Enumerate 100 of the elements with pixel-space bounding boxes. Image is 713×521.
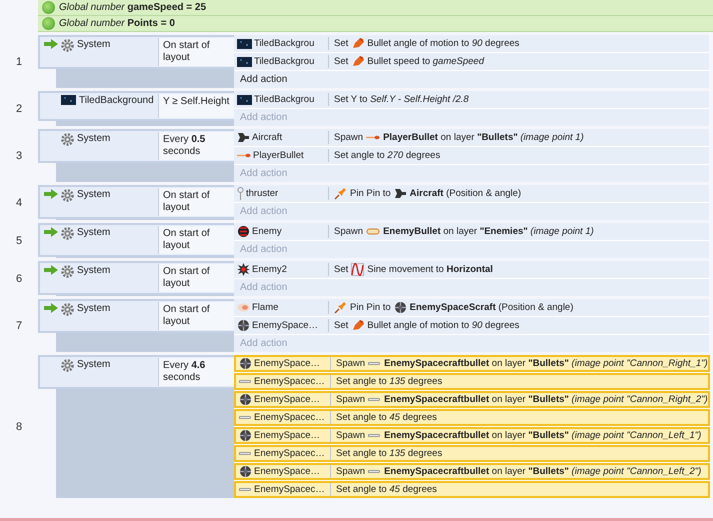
action-row[interactable]: EnemySpace… Spawn EnemySpacecraftbullet on layer "Bullets" (image point "Cannon_Right_1") <box>234 355 710 372</box>
sine-wave-icon <box>351 263 364 276</box>
event-number: 5 <box>16 234 22 246</box>
object-name: EnemySpace… <box>254 430 320 442</box>
bullet-icon <box>366 228 380 235</box>
gear-icon <box>61 303 74 316</box>
bullet-icon <box>368 469 382 474</box>
action-text: Set <box>334 320 348 332</box>
aircraft-icon <box>394 188 407 199</box>
action-row[interactable]: thruster Pin Pin to Aircraft (Position & angle) <box>234 185 709 202</box>
object-name: System <box>77 359 110 371</box>
bullet-icon <box>239 487 252 492</box>
action-text: Pin Pin to <box>350 188 391 200</box>
bullet-icon <box>239 379 252 384</box>
event-number: 6 <box>16 272 22 284</box>
action-text: Spawn <box>336 430 366 442</box>
condition-text: On start of layout <box>158 264 234 292</box>
action-text: Spawn <box>336 394 366 406</box>
aircraft-icon <box>237 132 250 143</box>
condition-text: Every 0.5 seconds <box>158 132 234 160</box>
action-row[interactable]: TiledBackgrou Set Bullet angle of motion to 90 degrees <box>234 35 709 52</box>
global-variable[interactable]: Global number gameSpeed = 25 <box>59 2 206 14</box>
object-name: PlayerBullet <box>253 150 304 162</box>
add-action-link[interactable]: Add action <box>240 74 288 86</box>
event-number: 4 <box>16 196 22 208</box>
action-text: Set <box>334 38 348 50</box>
action-text: Aircraft (Position & angle) <box>410 188 522 200</box>
condition-block[interactable]: System On start of layout <box>38 299 234 333</box>
object-name: System <box>77 303 110 315</box>
pin-icon <box>237 187 244 200</box>
condition-block[interactable]: System Every 0.5 seconds <box>38 129 234 163</box>
action-text: Bullet speed to gameSpeed <box>367 56 484 68</box>
action-text: Set <box>334 56 348 68</box>
bullet-icon <box>368 433 382 438</box>
action-row[interactable]: EnemySpace… Spawn EnemySpacecraftbullet on layer "Bullets" (image point "Cannon_Left_2") <box>234 463 710 480</box>
condition-block[interactable]: System On start of layout <box>38 35 234 69</box>
action-text: EnemySpacecraftbullet on layer "Bullets" (image point "Cannon_Right_2") <box>384 394 708 406</box>
action-text: Set angle to 135 degrees <box>336 376 442 388</box>
event-number: 8 <box>16 420 22 432</box>
bullet-icon <box>368 397 382 402</box>
action-text: Bullet angle of motion to 90 degrees <box>367 320 520 332</box>
action-row[interactable]: Enemy2 Set Sine movement to Horizontal <box>234 261 709 278</box>
object-name: System <box>77 133 110 145</box>
action-text: EnemySpacecraftbullet on layer "Bullets" (image point "Cannon_Left_2") <box>384 466 702 478</box>
starfield-icon <box>237 38 252 48</box>
condition-block[interactable]: System On start of layout <box>38 223 234 257</box>
condition-block[interactable]: System On start of layout <box>38 261 234 295</box>
condition-block[interactable]: TiledBackground Y ≥ Self.Height <box>38 91 234 121</box>
gear-icon <box>61 359 74 372</box>
spacecraft-icon <box>239 429 252 442</box>
event-number: 3 <box>16 150 22 162</box>
action-row[interactable]: TiledBackgrou Set Bullet speed to gameSpeed <box>234 53 709 70</box>
action-text: Set angle to 45 degrees <box>336 484 437 496</box>
action-row[interactable]: EnemySpacec… Set angle to 45 degrees <box>234 481 710 498</box>
condition-text: On start of layout <box>158 188 234 216</box>
object-name: System <box>77 265 110 277</box>
action-text: Pin Pin to <box>350 302 391 314</box>
object-name: EnemySpace… <box>254 466 320 478</box>
gear-icon <box>61 265 74 278</box>
gear-icon <box>61 133 74 146</box>
condition-block[interactable]: System Every 4.6 seconds <box>38 355 234 389</box>
object-name: System <box>77 189 110 201</box>
condition-text: Every 4.6 seconds <box>158 358 234 386</box>
object-name: System <box>77 39 110 51</box>
object-name: EnemySpacec… <box>254 412 325 424</box>
global-variable[interactable]: Global number Points = 0 <box>59 18 175 30</box>
action-row[interactable]: Aircraft Spawn PlayerBullet on layer "Bullets" (image point 1) <box>234 129 709 146</box>
action-text: Spawn <box>336 358 366 370</box>
enemy-ship-icon <box>237 225 250 238</box>
object-name: TiledBackgrou <box>254 94 314 106</box>
spacecraft-icon <box>394 301 407 314</box>
event-number: 7 <box>16 320 22 332</box>
object-name: EnemySpacec… <box>254 376 325 388</box>
object-name: Enemy2 <box>252 264 287 276</box>
object-name: Aircraft <box>252 132 282 144</box>
condition-text: On start of layout <box>158 302 234 330</box>
action-text: Spawn <box>334 132 364 144</box>
condition-block[interactable]: System On start of layout <box>38 185 234 219</box>
action-text: Sine movement to Horizontal <box>367 264 493 276</box>
bullet-icon <box>239 451 252 456</box>
action-row[interactable]: EnemySpacec… Set angle to 135 degrees <box>234 445 710 462</box>
action-row[interactable]: EnemySpacec… Set angle to 135 degrees <box>234 373 710 390</box>
condition-text: On start of layout <box>158 226 234 254</box>
action-row[interactable]: EnemySpace… Set Bullet angle of motion to 90 degrees <box>234 317 709 334</box>
action-row[interactable]: EnemySpace… Spawn EnemySpacecraftbullet on layer "Bullets" (image point "Cannon_Right_2") <box>234 391 710 408</box>
action-row[interactable]: EnemySpacec… Set angle to 45 degrees <box>234 409 710 426</box>
spiked-mine-icon <box>237 263 250 276</box>
action-row[interactable]: Enemy Spawn EnemyBullet on layer "Enemies" (image point 1) <box>234 223 709 240</box>
flame-icon <box>237 303 250 312</box>
spacecraft-icon <box>239 357 252 370</box>
spacecraft-icon <box>237 319 250 332</box>
object-name: Enemy <box>252 226 282 238</box>
action-row[interactable]: TiledBackgrou Set Y to Self.Y - Self.Height /2.8 <box>234 91 709 108</box>
action-row[interactable]: Flame Pin Pin to EnemySpaceScraft (Position & angle) <box>234 299 709 316</box>
action-row[interactable]: PlayerBullet Set angle to 270 degrees <box>234 147 709 164</box>
action-text: PlayerBullet on layer "Bullets" (image point 1) <box>383 132 584 144</box>
action-text: Set <box>334 264 348 276</box>
object-name: EnemySpacec… <box>254 484 325 496</box>
action-row[interactable]: EnemySpace… Spawn EnemySpacecraftbullet on layer "Bullets" (image point "Cannon_Left_1") <box>234 427 710 444</box>
bullet-icon <box>237 153 251 158</box>
